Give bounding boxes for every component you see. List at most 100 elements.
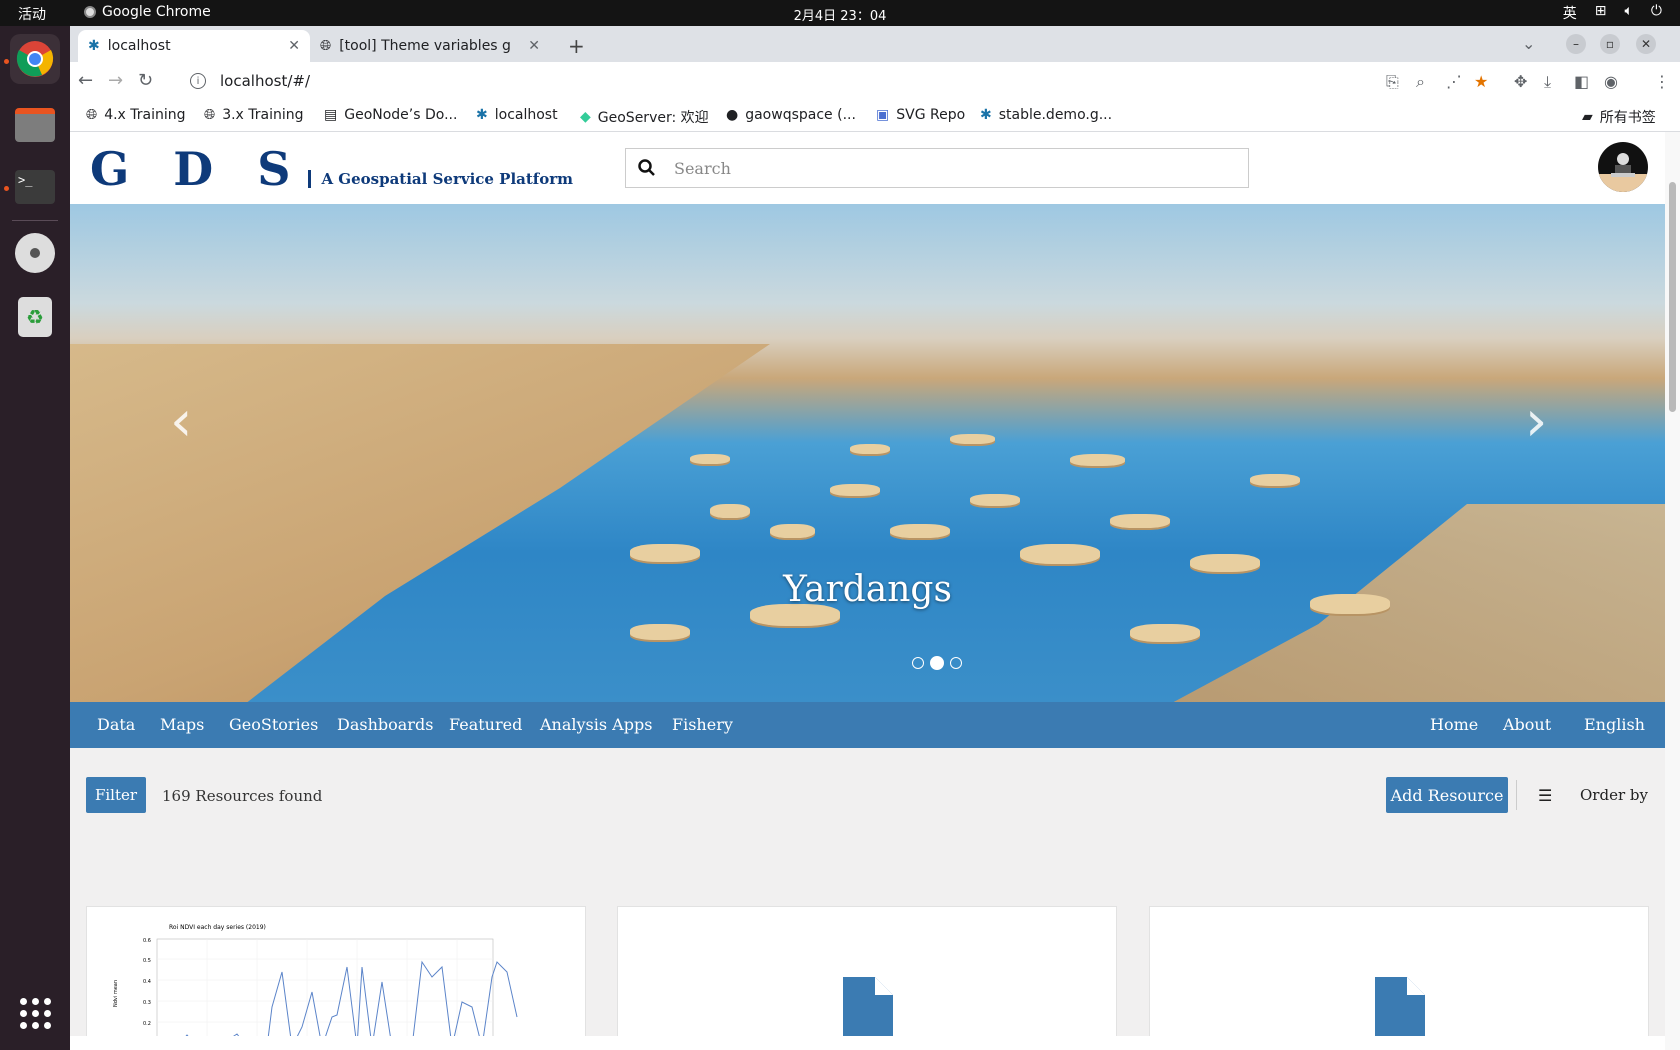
minimize-button[interactable]: – <box>1566 34 1586 54</box>
yardang <box>1070 454 1125 466</box>
document-icon: ▤ <box>324 107 338 123</box>
maximize-button[interactable]: ▫ <box>1600 34 1620 54</box>
carousel-indicator-3[interactable] <box>950 657 962 669</box>
svgrepo-icon: ▣ <box>876 107 890 123</box>
nav-home[interactable]: Home <box>1430 715 1478 734</box>
dock-separator <box>12 220 58 221</box>
new-tab-button[interactable]: + <box>568 34 585 58</box>
bookmark-star-icon[interactable]: ★ <box>1474 72 1488 91</box>
filter-button[interactable]: Filter <box>86 777 146 813</box>
profile-icon[interactable]: ◉ <box>1604 72 1618 91</box>
tab-search-icon[interactable]: ⌄ <box>1522 34 1535 53</box>
github-icon: ● <box>726 107 739 123</box>
bookmark-github[interactable]: ● gaowqspace (... <box>726 107 856 123</box>
add-resource-button[interactable]: Add Resource <box>1386 777 1508 813</box>
translate-icon[interactable]: ⎘ <box>1386 72 1399 92</box>
show-apps-icon[interactable] <box>10 988 60 1038</box>
nav-about[interactable]: About <box>1503 715 1551 734</box>
clock[interactable]: 2月4日 23：04 <box>0 5 1680 24</box>
system-tray[interactable]: 英 ⊞ 🔈︎ ⏻ <box>1563 3 1662 23</box>
share-icon[interactable]: ⋰ <box>1446 72 1462 91</box>
search-input[interactable]: Search <box>625 148 1249 188</box>
carousel-next-icon[interactable]: › <box>1525 389 1547 454</box>
site-logo[interactable]: G D S A Geospatial Service Platform <box>90 146 573 192</box>
bookmark-label: stable.demo.g... <box>998 107 1113 123</box>
download-icon[interactable]: ⤓ <box>1544 72 1551 92</box>
extensions-icon[interactable]: ✥ <box>1514 72 1527 91</box>
logo-letters: G D S <box>90 142 305 196</box>
logo-tagline: A Geospatial Service Platform <box>308 170 573 188</box>
close-tab-icon[interactable]: ✕ <box>288 38 300 54</box>
side-panel-icon[interactable]: ◧ <box>1574 72 1589 91</box>
bookmark-svg-repo[interactable]: ▣ SVG Repo <box>876 107 965 123</box>
globe-icon: 🌐︎ <box>320 38 332 54</box>
zoom-icon[interactable]: ⌕ <box>1416 72 1425 92</box>
tab-title: [tool] Theme variables ge <box>339 38 512 54</box>
bookmark-geoserver[interactable]: ◆ GeoServer: 欢迎 <box>580 107 709 127</box>
nav-maps[interactable]: Maps <box>160 715 204 734</box>
tab-title: localhost <box>107 38 171 54</box>
resource-toolbar: Filter 169 Resources found Add Resource … <box>70 748 1665 852</box>
thumb-ylabel: Ndvi mean <box>113 980 119 1007</box>
bookmark-label: 4.x Training <box>104 107 186 123</box>
resource-card[interactable] <box>617 906 1117 1046</box>
volume-icon[interactable]: 🔈︎ <box>1625 3 1633 23</box>
all-bookmarks-folder[interactable]: ▰ 所有书签 <box>1582 107 1656 127</box>
yardang <box>1020 544 1100 564</box>
address-bar[interactable]: i localhost/#/ <box>178 65 1308 97</box>
running-indicator <box>4 59 9 64</box>
browser-toolbar: ← → ↻ i localhost/#/ ⎘ ⌕ ⋰ ★ ✥ ⤓ ◧ ◉ ⋮ <box>70 62 1680 100</box>
bookmark-label: 3.x Training <box>222 107 304 123</box>
scrollbar-thumb[interactable] <box>1669 182 1676 412</box>
nav-geostories[interactable]: GeoStories <box>229 715 318 734</box>
bookmark-geonode-docs[interactable]: ▤ GeoNode’s Do... <box>324 107 457 123</box>
input-method-indicator[interactable]: 英 <box>1563 3 1577 23</box>
resource-card[interactable] <box>1149 906 1649 1046</box>
tab-theme-variables[interactable]: 🌐︎ [tool] Theme variables ge ✕ <box>310 30 550 62</box>
ndvi-chart-thumbnail: Roi NDVI each day series (2019) Ndvi mea… <box>113 924 518 1045</box>
page-scrollbar[interactable] <box>1665 132 1680 1050</box>
file-icon <box>843 977 893 1037</box>
yardang <box>1110 514 1170 528</box>
list-view-icon[interactable]: ☰ <box>1538 786 1552 805</box>
resource-card[interactable]: Roi NDVI each day series (2019) Ndvi mea… <box>86 906 586 1046</box>
menu-icon[interactable]: ⋮ <box>1654 72 1670 91</box>
power-icon[interactable]: ⏻ <box>1651 3 1662 23</box>
nav-featured[interactable]: Featured <box>449 715 522 734</box>
yardang <box>770 524 815 538</box>
site-info-icon[interactable]: i <box>190 73 206 89</box>
yardang <box>830 484 880 496</box>
nav-dashboards[interactable]: Dashboards <box>337 715 433 734</box>
yardang <box>1130 624 1200 642</box>
nav-fishery[interactable]: Fishery <box>672 715 733 734</box>
yardang <box>1250 474 1300 486</box>
disc-icon[interactable] <box>10 228 60 278</box>
bookmark-4x-training[interactable]: 🌐︎ 4.x Training <box>86 107 186 123</box>
carousel-indicator-2[interactable] <box>930 656 944 670</box>
close-tab-icon[interactable]: ✕ <box>528 38 540 54</box>
nav-analysis-apps[interactable]: Analysis Apps <box>540 715 652 734</box>
language-selector[interactable]: English <box>1584 715 1645 734</box>
avatar[interactable] <box>1598 142 1648 192</box>
terminal-launcher-icon[interactable]: >_ <box>10 162 60 212</box>
yardang <box>890 524 950 538</box>
bookmark-localhost[interactable]: ✱ localhost <box>476 107 558 123</box>
bookmark-label: GeoServer: 欢迎 <box>597 110 709 126</box>
bookmark-3x-training[interactable]: 🌐︎ 3.x Training <box>204 107 304 123</box>
files-launcher-icon[interactable] <box>10 100 60 150</box>
network-icon[interactable]: ⊞ <box>1595 3 1607 23</box>
yardang <box>630 624 690 640</box>
carousel-prev-icon[interactable]: ‹ <box>170 389 192 454</box>
tab-localhost[interactable]: ✱ localhost ✕ <box>78 30 310 62</box>
yardang <box>850 444 890 454</box>
order-by-dropdown[interactable]: Order by <box>1580 786 1648 804</box>
reload-button[interactable]: ↻ <box>138 70 153 91</box>
carousel-indicator-1[interactable] <box>912 657 924 669</box>
chrome-launcher-icon[interactable] <box>10 34 60 84</box>
bookmark-stable-demo[interactable]: ✱ stable.demo.g... <box>980 107 1112 123</box>
forward-button[interactable]: → <box>108 70 123 91</box>
back-button[interactable]: ← <box>78 70 93 91</box>
close-window-button[interactable]: ✕ <box>1636 34 1656 54</box>
trash-icon[interactable]: ♻ <box>10 292 60 342</box>
nav-data[interactable]: Data <box>97 715 135 734</box>
